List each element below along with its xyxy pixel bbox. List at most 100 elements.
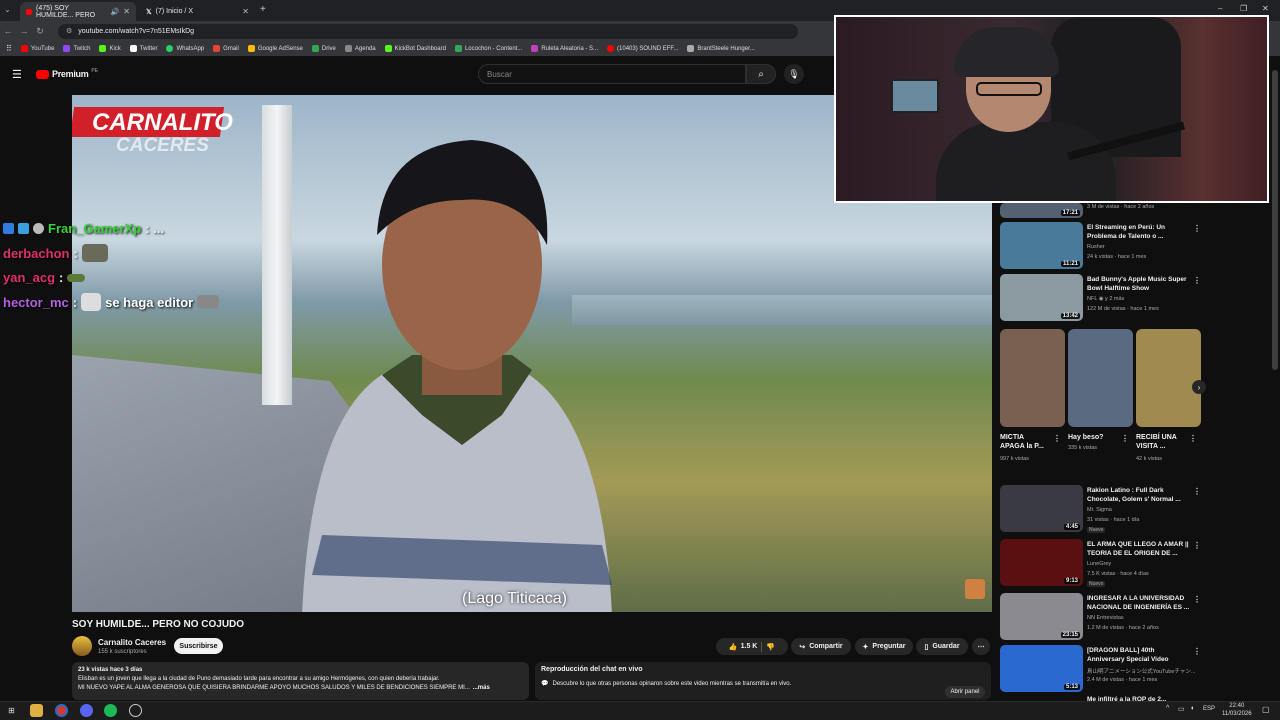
- more-vertical-icon[interactable]: ⋮: [1121, 434, 1129, 443]
- more-vertical-icon[interactable]: ⋮: [1193, 541, 1201, 550]
- search-button[interactable]: ⌕: [746, 64, 776, 84]
- more-actions-button[interactable]: ⋯: [972, 638, 990, 655]
- search-input[interactable]: Buscar: [478, 64, 746, 84]
- more-vertical-icon[interactable]: ⋮: [1193, 595, 1201, 604]
- channel-watermark-icon[interactable]: [965, 579, 985, 599]
- video-channel[interactable]: 鳥山明アニメーション公式YouTubeチャン...: [1087, 667, 1195, 675]
- network-icon[interactable]: ▭: [1178, 705, 1185, 713]
- voice-search-button[interactable]: 🎙: [784, 64, 804, 84]
- bookmark-kickbot[interactable]: KickBot Dashboard: [384, 45, 446, 52]
- spotify-icon[interactable]: [104, 704, 117, 717]
- bookmark-whatsapp[interactable]: WhatsApp: [166, 45, 204, 52]
- bookmark-ruleta[interactable]: Ruleta Aleatoria - S...: [531, 45, 598, 52]
- video-channel[interactable]: Rusher: [1087, 244, 1105, 250]
- open-panel-button[interactable]: Abrir panel: [945, 686, 985, 698]
- video-title[interactable]: Bad Bunny's Apple Music Super Bowl Halfti…: [1087, 275, 1192, 293]
- channel-avatar[interactable]: [72, 636, 92, 656]
- video-thumbnail[interactable]: 17:21: [1000, 203, 1083, 218]
- bookmark-agenda[interactable]: Agenda: [344, 45, 376, 52]
- maximize-icon[interactable]: ❐: [1240, 4, 1247, 13]
- chat-colon: :: [73, 245, 78, 261]
- short-thumbnail[interactable]: [1136, 329, 1201, 427]
- video-channel[interactable]: NFL ◉ y 2 más: [1087, 296, 1124, 302]
- more-vertical-icon[interactable]: ⋮: [1053, 434, 1061, 443]
- bookmark-drive[interactable]: Drive: [311, 45, 336, 52]
- back-icon[interactable]: ←: [0, 26, 16, 36]
- video-title[interactable]: El Streaming en Perú: Un Problema de Tale…: [1087, 223, 1192, 241]
- windows-start-icon[interactable]: ⊞: [5, 704, 18, 717]
- file-explorer-icon[interactable]: [30, 704, 43, 717]
- reload-icon[interactable]: ↻: [32, 26, 48, 37]
- video-thumbnail[interactable]: 5:13: [1000, 645, 1083, 692]
- tab-x[interactable]: 𝕏 (7) Inicio / X ✕: [140, 2, 255, 21]
- hamburger-menu-icon[interactable]: ☰: [12, 68, 22, 81]
- video-thumbnail[interactable]: 13:42: [1000, 274, 1083, 321]
- short-title[interactable]: Hay beso?: [1068, 433, 1123, 442]
- video-thumbnail[interactable]: 9:13: [1000, 539, 1083, 586]
- discord-icon[interactable]: [80, 704, 93, 717]
- short-thumbnail[interactable]: [1000, 329, 1065, 427]
- bookmark-adsense[interactable]: Google AdSense: [247, 45, 303, 52]
- bookmark-brantsteele[interactable]: BrantSteele Hunger...: [687, 45, 755, 52]
- video-duration: 23:15: [1060, 632, 1080, 638]
- video-channel[interactable]: NN Entrevistas: [1087, 615, 1124, 621]
- youtube-logo[interactable]: Premium PE: [36, 68, 98, 79]
- minimize-icon[interactable]: –: [1218, 4, 1222, 13]
- notification-icon[interactable]: ▢: [1262, 705, 1270, 714]
- video-thumbnail[interactable]: 11:21: [1000, 222, 1083, 269]
- speaker-icon[interactable]: 🔊: [111, 8, 120, 16]
- more-vertical-icon[interactable]: ⋮: [1193, 487, 1201, 496]
- like-button[interactable]: 👍 1.5 K: [729, 643, 757, 651]
- tab-search-icon[interactable]: ⌄: [4, 5, 11, 14]
- video-thumbnail[interactable]: 23:15: [1000, 593, 1083, 640]
- bookmark-kick[interactable]: Kick: [99, 45, 121, 52]
- channel-name[interactable]: Carnalito Caceres: [98, 638, 166, 647]
- more-vertical-icon[interactable]: ⋮: [1193, 224, 1201, 233]
- video-title[interactable]: EL ARMA QUE LLEGO A AMAR || TEORIA DE EL …: [1087, 540, 1192, 558]
- bookmark-twitter[interactable]: Twitter: [129, 45, 157, 52]
- chevron-right-icon[interactable]: ›: [1192, 380, 1206, 394]
- tray-chevron-icon[interactable]: ^: [1166, 705, 1169, 712]
- forward-icon[interactable]: →: [16, 26, 32, 36]
- save-button[interactable]: ▯ Guardar: [916, 638, 968, 655]
- bookmark-sound-effects[interactable]: (10403) SOUND EFF...: [607, 45, 678, 52]
- bookmark-gmail[interactable]: Gmail: [213, 45, 239, 52]
- share-button[interactable]: ↪ Compartir: [791, 638, 851, 655]
- url-bar[interactable]: ⚙ youtube.com/watch?v=7n51EMsIkDg: [58, 23, 798, 39]
- video-title[interactable]: Rakion Latino : Full Dark Chocolate, Gole…: [1087, 486, 1192, 504]
- tab-youtube[interactable]: (475) SOY HUMILDE... PERO 🔊 ✕: [20, 2, 136, 21]
- video-channel[interactable]: LuneGrey: [1087, 561, 1111, 567]
- video-thumbnail[interactable]: 4:45: [1000, 485, 1083, 532]
- short-title[interactable]: RECIBÍ UNA VISITA ...: [1136, 433, 1191, 451]
- site-info-icon[interactable]: ⚙: [66, 27, 72, 35]
- video-meta: 24 k vistas · hace 1 mes: [1087, 254, 1147, 260]
- more-vertical-icon[interactable]: ⋮: [1193, 276, 1201, 285]
- apps-icon[interactable]: ⠿: [6, 44, 12, 53]
- video-title[interactable]: [DRAGON BALL] 40th Anniversary Special Vi…: [1087, 646, 1192, 664]
- short-thumbnail[interactable]: [1068, 329, 1133, 427]
- dislike-button[interactable]: 👎: [766, 643, 775, 651]
- video-title[interactable]: INGRESAR A LA UNIVERSIDAD NACIONAL DE ING…: [1087, 594, 1192, 612]
- chrome-icon[interactable]: [55, 704, 68, 717]
- bookmark-icon: ▯: [924, 643, 929, 651]
- more-vertical-icon[interactable]: ⋮: [1189, 434, 1197, 443]
- close-icon[interactable]: ✕: [123, 7, 130, 16]
- bookmark-locochon[interactable]: Locochon - Content...: [454, 45, 522, 52]
- more-vertical-icon[interactable]: ⋮: [1193, 647, 1201, 656]
- new-tab-icon[interactable]: +: [260, 4, 266, 15]
- ask-button[interactable]: ✦ Preguntar: [855, 638, 913, 655]
- short-title[interactable]: MICTIA APAGA la P...: [1000, 433, 1055, 451]
- video-channel[interactable]: Mr. Sigma: [1087, 507, 1112, 513]
- subscribe-button[interactable]: Suscribirse: [174, 638, 223, 654]
- bookmark-youtube[interactable]: YouTube: [20, 45, 54, 52]
- page-scrollbar[interactable]: [1272, 70, 1278, 370]
- description-more-link[interactable]: ...más: [473, 684, 490, 693]
- system-clock[interactable]: 22:40 11/03/2026: [1222, 702, 1252, 718]
- volume-icon[interactable]: ◖: [1190, 705, 1194, 712]
- language-indicator[interactable]: ESP: [1203, 706, 1215, 712]
- window-close-icon[interactable]: ✕: [1262, 4, 1269, 13]
- description-box[interactable]: 23 k vistas hace 3 días Elisban es un jo…: [72, 662, 529, 700]
- bookmark-twitch[interactable]: Twitch: [63, 45, 90, 52]
- close-icon[interactable]: ✕: [242, 7, 249, 16]
- obs-icon[interactable]: [129, 704, 142, 717]
